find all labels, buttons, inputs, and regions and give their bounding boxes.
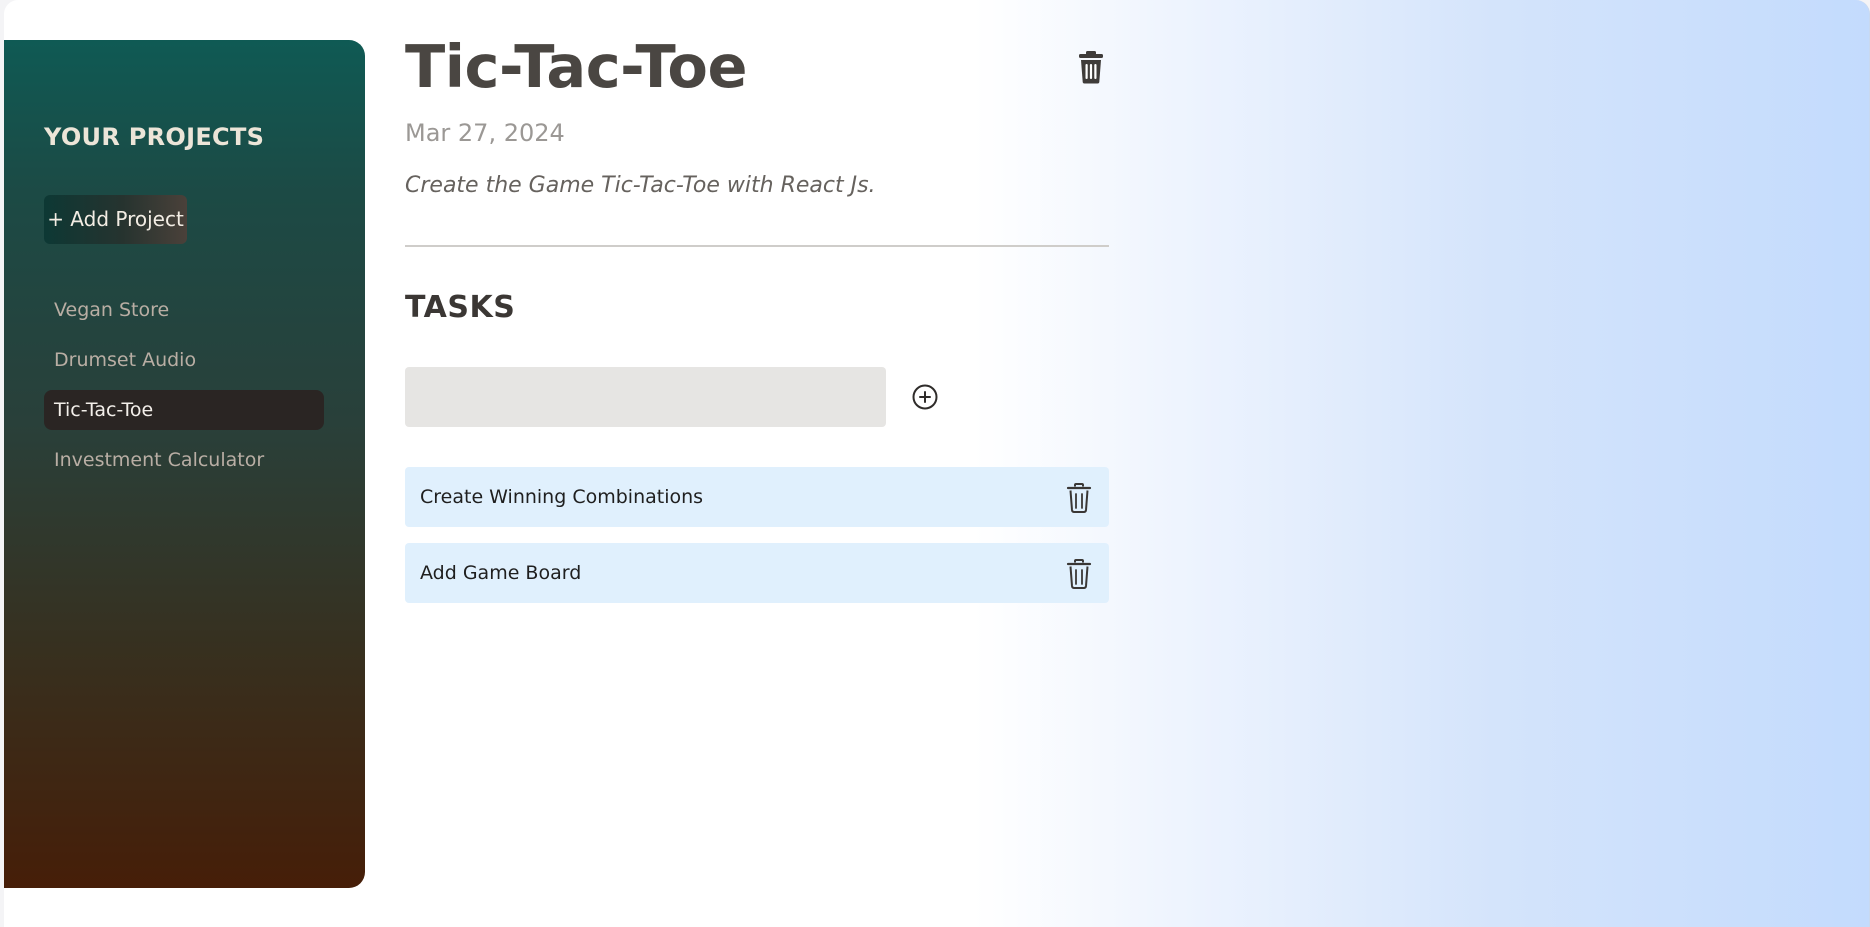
task-label: Create Winning Combinations [420, 486, 704, 508]
divider [405, 245, 1109, 247]
delete-task-button[interactable] [1066, 559, 1092, 589]
project-description: Create the Game Tic-Tac-Toe with React J… [405, 173, 876, 198]
delete-project-button[interactable] [1077, 50, 1105, 84]
tasks-heading: TASKS [405, 290, 516, 325]
sidebar-item-tic-tac-toe[interactable]: Tic-Tac-Toe [44, 390, 324, 430]
sidebar-item-drumset-audio[interactable]: Drumset Audio [44, 340, 324, 380]
plus-circle-icon [912, 384, 938, 410]
task-label: Add Game Board [420, 562, 582, 584]
new-task-input[interactable] [405, 367, 886, 427]
projects-sidebar: YOUR PROJECTS + Add Project Vegan Store … [4, 40, 365, 888]
add-task-button[interactable] [912, 384, 938, 410]
trash-outline-icon [1066, 483, 1092, 513]
trash-outline-icon [1066, 559, 1092, 589]
project-list: Vegan Store Drumset Audio Tic-Tac-Toe In… [44, 290, 324, 490]
project-date: Mar 27, 2024 [405, 119, 565, 147]
sidebar-title: YOUR PROJECTS [44, 123, 265, 151]
app-window: YOUR PROJECTS + Add Project Vegan Store … [4, 0, 1870, 927]
sidebar-item-investment-calculator[interactable]: Investment Calculator [44, 440, 324, 480]
sidebar-item-vegan-store[interactable]: Vegan Store [44, 290, 324, 330]
task-list: Create Winning Combinations Add Game Boa… [405, 467, 1109, 619]
add-project-button[interactable]: + Add Project [44, 195, 187, 244]
trash-filled-icon [1079, 51, 1103, 84]
project-title: Tic-Tac-Toe [405, 32, 747, 101]
task-item: Add Game Board [405, 543, 1109, 603]
task-item: Create Winning Combinations [405, 467, 1109, 527]
delete-task-button[interactable] [1066, 483, 1092, 513]
